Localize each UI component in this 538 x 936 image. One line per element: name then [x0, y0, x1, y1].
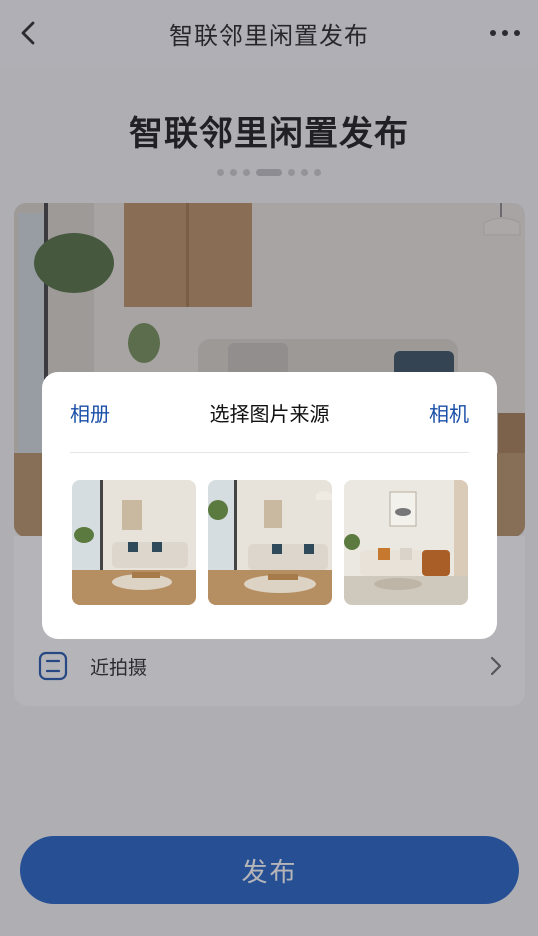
modal-divider	[70, 452, 469, 453]
album-button[interactable]: 相册	[70, 398, 110, 427]
camera-button[interactable]: 相机	[429, 398, 469, 427]
modal-header: 相册 选择图片来源 相机	[42, 372, 497, 452]
room-photo-3	[344, 480, 468, 605]
photo-thumbnails	[72, 480, 468, 605]
photo-thumbnail[interactable]	[208, 480, 332, 605]
modal-title: 选择图片来源	[209, 401, 330, 426]
photo-thumbnail[interactable]	[344, 480, 468, 605]
room-photo-1	[72, 480, 196, 605]
image-source-modal: 相册 选择图片来源 相机	[42, 372, 497, 639]
photo-thumbnail[interactable]	[72, 480, 196, 605]
room-photo-2	[208, 480, 332, 605]
